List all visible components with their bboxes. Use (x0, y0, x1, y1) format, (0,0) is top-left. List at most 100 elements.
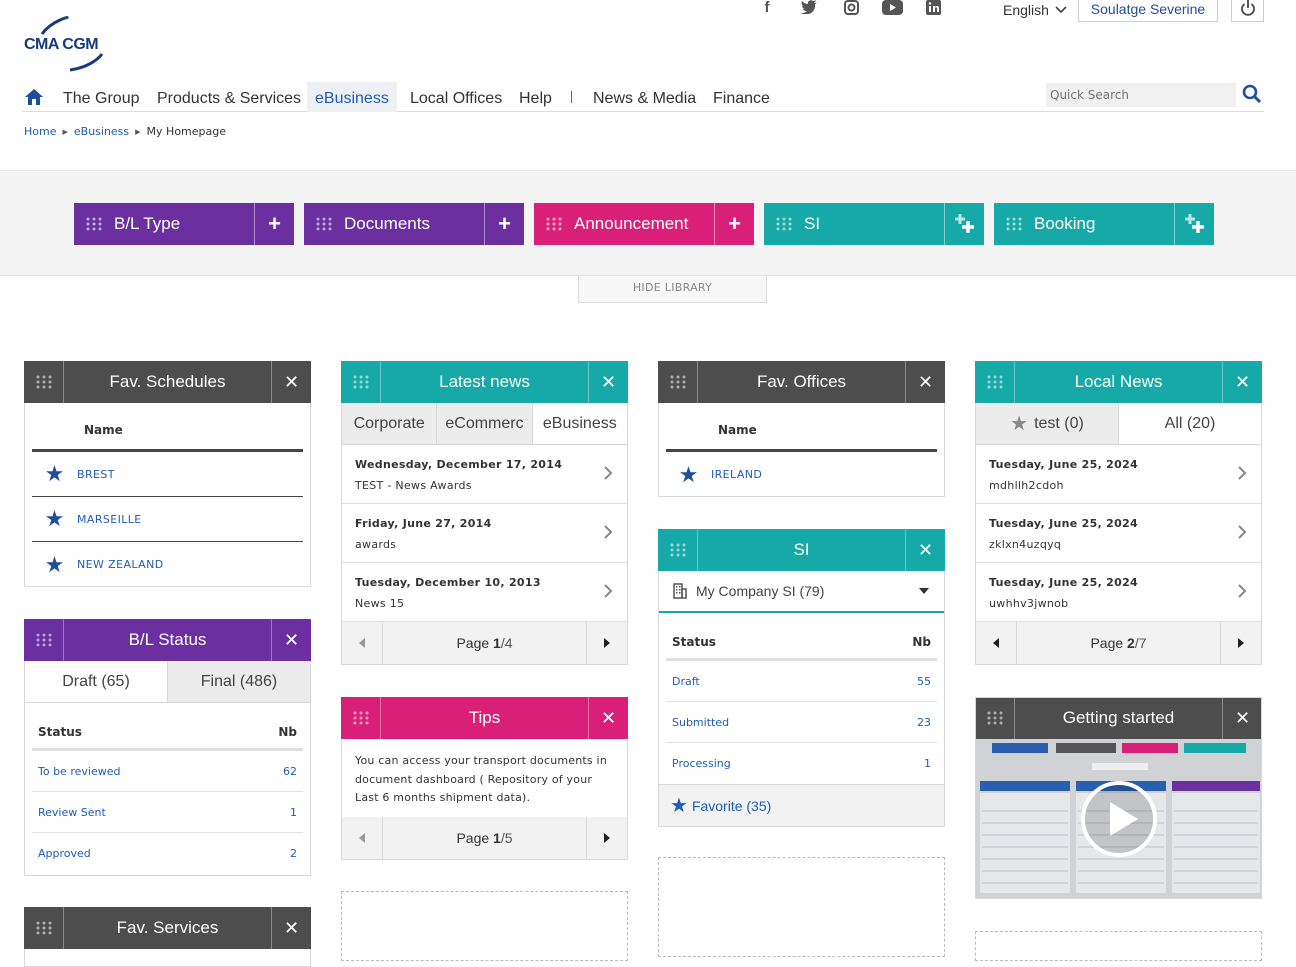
news-item[interactable]: Tuesday, June 25, 2024 mdhllh2cdoh (976, 445, 1261, 504)
star-icon[interactable]: ★ (32, 552, 77, 578)
office-name[interactable]: IRELAND (711, 468, 762, 481)
play-icon[interactable] (1080, 780, 1158, 858)
drag-grip-icon[interactable] (658, 361, 698, 403)
table-row[interactable]: Submitted 23 (666, 702, 937, 743)
drag-grip-icon[interactable] (24, 361, 64, 403)
star-icon[interactable]: ★ (32, 506, 77, 532)
star-icon[interactable]: ★ (666, 462, 711, 488)
drag-grip-icon[interactable] (764, 203, 804, 245)
home-icon[interactable] (16, 82, 52, 112)
next-page-button[interactable] (1220, 622, 1261, 664)
library-tile-announcement[interactable]: Announcement + (534, 203, 754, 245)
close-icon[interactable]: ✕ (271, 619, 311, 661)
drag-grip-icon[interactable] (994, 203, 1034, 245)
drag-grip-icon[interactable] (976, 698, 1015, 739)
drag-grip-icon[interactable] (24, 907, 64, 949)
close-icon[interactable]: ✕ (271, 907, 311, 949)
prev-page-button[interactable] (342, 817, 383, 859)
add-widget-button[interactable]: + (254, 203, 294, 245)
news-item[interactable]: Tuesday, June 25, 2024 zklxn4uzqyq (976, 504, 1261, 563)
close-icon[interactable]: ✕ (271, 361, 311, 403)
add-widget-button[interactable]: + (484, 203, 524, 245)
library-tile-documents[interactable]: Documents + (304, 203, 524, 245)
news-item[interactable]: Friday, June 27, 2014 awards (342, 504, 627, 563)
nav-help[interactable]: Help (511, 82, 560, 112)
drag-grip-icon[interactable] (304, 203, 344, 245)
search-input[interactable] (1046, 83, 1236, 107)
twitter-icon[interactable] (800, 0, 818, 18)
library-tile-bl-type[interactable]: B/L Type + (74, 203, 294, 245)
si-scope-select[interactable]: My Company SI (79) (659, 571, 944, 613)
table-row[interactable]: Review Sent 1 (32, 792, 303, 833)
status-label[interactable]: Submitted (672, 716, 729, 729)
empty-widget-slot[interactable] (658, 857, 945, 957)
library-tile-booking[interactable]: Booking (994, 203, 1214, 245)
tab-corporate[interactable]: Corporate (342, 403, 438, 444)
empty-widget-slot[interactable] (975, 931, 1262, 961)
add-widget-button[interactable]: + (714, 203, 754, 245)
close-icon[interactable]: ✕ (1222, 361, 1262, 403)
cma-cgm-logo[interactable]: CMA CGM (22, 14, 112, 74)
drag-grip-icon[interactable] (24, 619, 64, 661)
status-label[interactable]: To be reviewed (38, 765, 120, 778)
status-count[interactable]: 1 (290, 806, 297, 819)
tab-draft[interactable]: Draft (65) (25, 661, 168, 702)
list-item[interactable]: ★ BREST (32, 452, 303, 497)
status-label[interactable]: Draft (672, 675, 700, 688)
close-icon[interactable]: ✕ (1222, 698, 1261, 739)
video-player[interactable] (976, 739, 1261, 898)
status-count[interactable]: 2 (290, 847, 297, 860)
table-row[interactable]: Approved 2 (32, 833, 303, 874)
drag-grip-icon[interactable] (341, 697, 381, 739)
drag-grip-icon[interactable] (534, 203, 574, 245)
tab-ebusiness[interactable]: eBusiness (532, 403, 627, 444)
drag-grip-icon[interactable] (341, 361, 381, 403)
facebook-icon[interactable]: f (758, 0, 776, 18)
close-icon[interactable]: ✕ (588, 697, 628, 739)
add-multiple-widget-button[interactable] (1174, 203, 1214, 245)
breadcrumb-ebusiness[interactable]: eBusiness (74, 125, 129, 138)
table-row[interactable]: Draft 55 (666, 661, 937, 702)
close-icon[interactable]: ✕ (905, 529, 945, 571)
nav-local-offices[interactable]: Local Offices (402, 82, 510, 112)
close-icon[interactable]: ✕ (588, 361, 628, 403)
breadcrumb-home[interactable]: Home (24, 125, 56, 138)
status-label[interactable]: Processing (672, 757, 731, 770)
status-count[interactable]: 23 (917, 716, 931, 729)
next-page-button[interactable] (586, 817, 627, 859)
instagram-icon[interactable] (842, 0, 860, 18)
hide-library-button[interactable]: HIDE LIBRARY (578, 276, 767, 303)
tab-all[interactable]: All (20) (1119, 403, 1261, 444)
search-icon[interactable] (1242, 84, 1262, 109)
status-label[interactable]: Approved (38, 847, 91, 860)
table-row[interactable]: To be reviewed 62 (32, 751, 303, 792)
tab-test[interactable]: ★ test (0) (976, 403, 1119, 444)
schedule-name[interactable]: BREST (77, 468, 115, 481)
status-count[interactable]: 1 (924, 757, 931, 770)
drag-grip-icon[interactable] (658, 529, 698, 571)
nav-the-group[interactable]: The Group (55, 82, 147, 112)
schedule-name[interactable]: NEW ZEALAND (77, 558, 164, 571)
close-icon[interactable]: ✕ (905, 361, 945, 403)
user-account-button[interactable]: Soulatge Severine (1078, 0, 1218, 22)
status-count[interactable]: 55 (917, 675, 931, 688)
nav-finance[interactable]: Finance (705, 82, 778, 112)
prev-page-button[interactable] (976, 622, 1017, 664)
favorite-link[interactable]: ★ Favorite (35) (659, 784, 944, 826)
status-count[interactable]: 62 (283, 765, 297, 778)
prev-page-button[interactable] (342, 622, 383, 664)
tab-ecommerce[interactable]: eCommerc (437, 403, 533, 444)
table-row[interactable]: Processing 1 (666, 743, 937, 784)
star-icon[interactable]: ★ (32, 461, 77, 487)
nav-ebusiness[interactable]: eBusiness (307, 82, 397, 112)
logout-button[interactable] (1231, 0, 1264, 22)
drag-grip-icon[interactable] (74, 203, 114, 245)
add-multiple-widget-button[interactable] (944, 203, 984, 245)
next-page-button[interactable] (586, 622, 627, 664)
list-item[interactable]: ★ MARSEILLE (32, 497, 303, 542)
news-item[interactable]: Wednesday, December 17, 2014 TEST - News… (342, 445, 627, 504)
nav-news-media[interactable]: News & Media (585, 82, 704, 112)
list-item[interactable]: ★ IRELAND (666, 452, 937, 497)
library-tile-si[interactable]: SI (764, 203, 984, 245)
news-item[interactable]: Tuesday, June 25, 2024 uwhhv3jwnob (976, 563, 1261, 622)
